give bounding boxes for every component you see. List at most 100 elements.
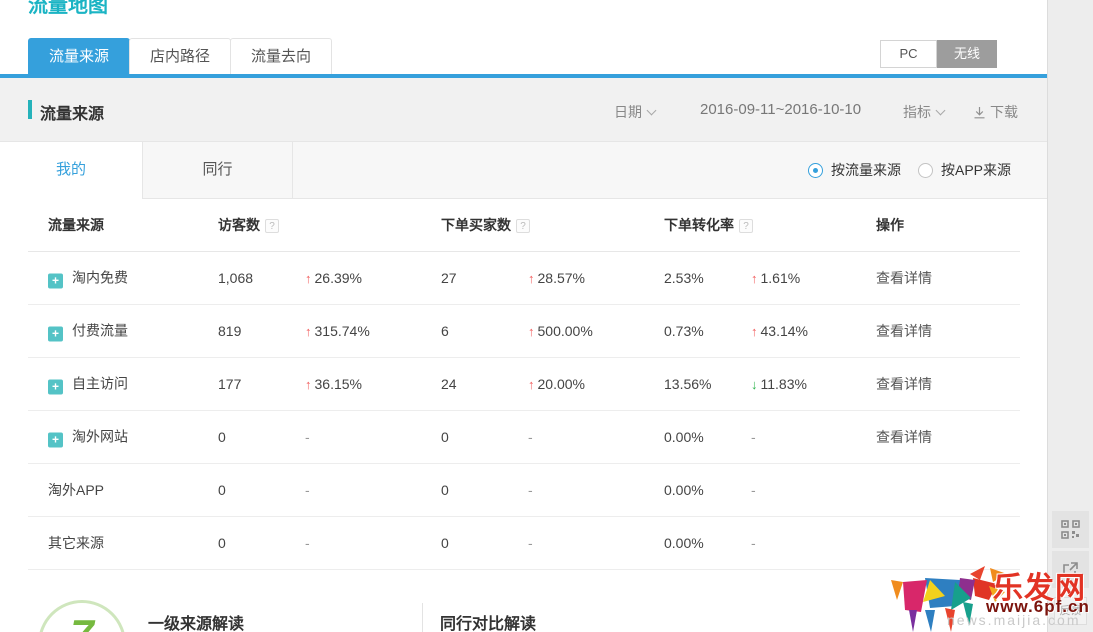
main-tabbar: 流量来源 店内路径 流量去向: [28, 38, 331, 74]
order-buyers-cell: 27: [441, 270, 457, 286]
change-value: 500.00%: [538, 323, 593, 339]
bull-logo-icon: [885, 566, 1010, 632]
source-name-cell: + 付费流量: [48, 321, 128, 342]
tab-traffic-source[interactable]: 流量来源: [28, 38, 130, 74]
download-button[interactable]: 下载: [973, 102, 1018, 122]
order-buyers-cell: 6: [441, 323, 449, 339]
insight-score-badge: 7: [38, 600, 126, 632]
source-name: 自主访问: [72, 376, 128, 392]
source-name: 付费流量: [72, 323, 128, 339]
source-name: 其它来源: [48, 535, 104, 551]
order-buyers-change-cell: ↑20.00%: [528, 376, 585, 392]
download-icon: [973, 106, 986, 119]
view-details-link[interactable]: 查看详情: [876, 376, 932, 392]
help-icon[interactable]: ?: [265, 219, 279, 233]
order-buyers-cell: 24: [441, 376, 457, 392]
conversion-change-cell: -: [751, 429, 756, 445]
pc-toggle-button[interactable]: PC: [880, 40, 937, 68]
radio-unselected-icon[interactable]: [918, 163, 933, 178]
column-header-order-buyers: 下单买家数?: [441, 215, 530, 235]
qr-code-icon: [1061, 520, 1080, 539]
column-header-visitors: 访客数?: [218, 215, 279, 235]
expand-icon[interactable]: +: [48, 433, 63, 448]
view-details-link[interactable]: 查看详情: [876, 270, 932, 286]
visitors-change-cell: ↑26.39%: [305, 270, 362, 286]
expand-icon[interactable]: +: [48, 274, 63, 289]
visitors-cell: 0: [218, 535, 226, 551]
no-change-dash: -: [528, 535, 533, 551]
conversion-rate-cell: 0.00%: [664, 535, 704, 551]
tab-instore-path[interactable]: 店内路径: [129, 38, 231, 74]
feedback-button[interactable]: 反馈: [1054, 597, 1087, 625]
page-title: 流量地图: [28, 0, 108, 18]
change-value: 26.39%: [315, 270, 362, 286]
conversion-rate-cell: 0.00%: [664, 482, 704, 498]
table-row: +付费流量819↑315.74%6↑500.00%0.73%↑43.14%查看详…: [28, 305, 1020, 358]
conversion-rate-cell: 2.53%: [664, 270, 704, 286]
order-buyers-cell: 0: [441, 482, 449, 498]
up-arrow-icon: ↑: [528, 324, 535, 339]
change-value: 1.61%: [761, 270, 801, 286]
order-buyers-change-cell: -: [528, 535, 533, 551]
subtab-strip: 我的 同行 按流量来源 按APP来源: [0, 141, 1047, 199]
table-row: +淘外网站0-0-0.00%-查看详情: [28, 411, 1020, 464]
chevron-down-icon: [647, 106, 657, 116]
wireless-toggle-button[interactable]: 无线: [937, 40, 997, 68]
up-arrow-icon: ↑: [751, 324, 758, 339]
source-name: 淘外APP: [48, 482, 104, 498]
help-icon[interactable]: ?: [516, 219, 530, 233]
change-value: 43.14%: [761, 323, 808, 339]
section-toolbar: 流量来源 日期 2016-09-11~2016-10-10 指标 下载: [0, 78, 1047, 141]
radio-by-traffic-source[interactable]: 按流量来源: [808, 142, 901, 198]
order-buyers-cell: 0: [441, 535, 449, 551]
column-header-actions: 操作: [876, 215, 904, 235]
conversion-change-cell: ↑1.61%: [751, 270, 800, 286]
source-name: 淘内免费: [72, 270, 128, 286]
visitors-cell: 0: [218, 429, 226, 445]
table-body: +淘内免费1,068↑26.39%27↑28.57%2.53%↑1.61%查看详…: [28, 252, 1020, 570]
no-change-dash: -: [305, 429, 310, 445]
visitors-cell: 1,068: [218, 270, 253, 286]
table-row: 其它来源0-0-0.00%-: [28, 517, 1020, 570]
right-utility-rail: 反馈: [1047, 0, 1093, 632]
action-cell: 查看详情: [876, 427, 932, 447]
visitors-change-cell: ↑36.15%: [305, 376, 362, 392]
radio-by-app-source[interactable]: 按APP来源: [918, 142, 1011, 198]
source-name-cell: + 自主访问: [48, 374, 128, 395]
date-dropdown[interactable]: 日期: [614, 102, 655, 122]
expand-icon[interactable]: +: [48, 327, 63, 342]
source-name-cell: +淘外网站: [48, 427, 128, 448]
no-change-dash: -: [305, 482, 310, 498]
view-details-link[interactable]: 查看详情: [876, 429, 932, 445]
table-row: 淘外APP0-0-0.00%-: [28, 464, 1020, 517]
subtab-peers[interactable]: 同行: [143, 142, 293, 198]
traffic-map-page: 流量地图 流量来源 店内路径 流量去向 PC 无线 流量来源 日期 2016-0…: [0, 0, 1093, 632]
open-external-button[interactable]: [1052, 551, 1089, 588]
table-row: +自主访问177↑36.15%24↑20.00%13.56%↓11.83%查看详…: [28, 358, 1020, 411]
traffic-source-table: 流量来源 访客数? 下单买家数? 下单转化率? 操作 +淘内免费1,068↑26…: [28, 199, 1020, 570]
order-buyers-change-cell: ↑500.00%: [528, 323, 593, 339]
section-accent-bar: [28, 100, 32, 119]
qr-code-button[interactable]: [1052, 511, 1089, 548]
table-row: +淘内免费1,068↑26.39%27↑28.57%2.53%↑1.61%查看详…: [28, 252, 1020, 305]
up-arrow-icon: ↑: [751, 271, 758, 286]
change-value: 11.83%: [761, 376, 807, 392]
radio-selected-icon[interactable]: [808, 163, 823, 178]
subtab-mine[interactable]: 我的: [0, 142, 143, 199]
visitors-change-cell: ↑315.74%: [305, 323, 370, 339]
down-arrow-icon: ↓: [751, 377, 758, 392]
visitors-change-cell: -: [305, 535, 310, 551]
conversion-rate-cell: 13.56%: [664, 376, 711, 392]
view-details-link[interactable]: 查看详情: [876, 323, 932, 339]
peer-comparison-insight-title: 同行对比解读: [440, 610, 536, 632]
metric-dropdown[interactable]: 指标: [903, 102, 944, 122]
device-toggle: PC 无线: [880, 40, 997, 68]
up-arrow-icon: ↑: [305, 324, 312, 339]
help-icon[interactable]: ?: [739, 219, 753, 233]
tab-traffic-destination[interactable]: 流量去向: [230, 38, 332, 74]
source-name-cell: + 淘内免费: [48, 268, 128, 289]
change-value: 36.15%: [315, 376, 362, 392]
external-link-arrow-icon: [1062, 561, 1079, 578]
expand-icon[interactable]: +: [48, 380, 63, 395]
table-header-row: 流量来源 访客数? 下单买家数? 下单转化率? 操作: [28, 199, 1020, 252]
